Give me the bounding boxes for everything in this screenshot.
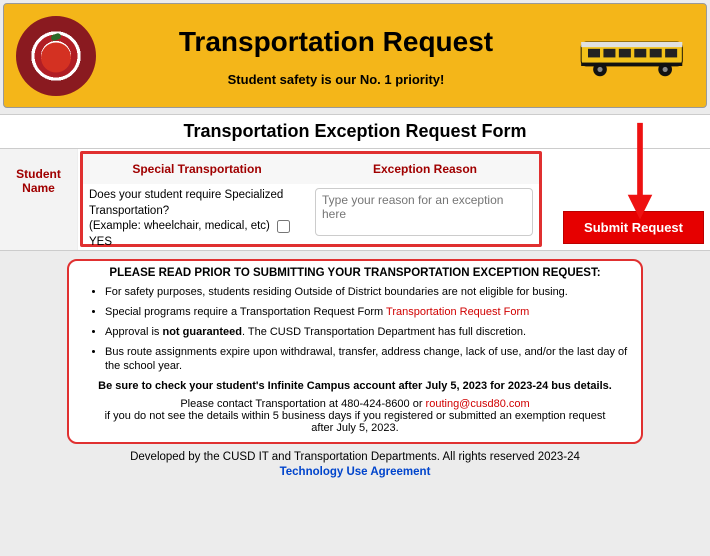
page-title: Transportation Request bbox=[96, 26, 576, 58]
column-header-special: Special Transportation bbox=[83, 154, 311, 184]
footer: Developed by the CUSD IT and Transportat… bbox=[0, 450, 710, 480]
district-logo bbox=[16, 16, 96, 96]
transportation-request-form-link[interactable]: Transportation Request Form bbox=[386, 306, 529, 318]
technology-use-agreement-link[interactable]: Technology Use Agreement bbox=[280, 466, 431, 478]
school-bus-icon bbox=[576, 30, 696, 81]
highlighted-fields-box: Special Transportation Exception Reason … bbox=[80, 151, 542, 247]
notice-bullet: Special programs require a Transportatio… bbox=[105, 305, 633, 320]
special-transport-question: Does your student require Specialized Tr… bbox=[89, 189, 283, 217]
notice-bullet: Approval is not guaranteed. The CUSD Tra… bbox=[105, 325, 633, 340]
student-name-header: Student Name bbox=[0, 149, 78, 250]
submit-request-button[interactable]: Submit Request bbox=[563, 211, 704, 244]
notice-bullet: For safety purposes, students residing O… bbox=[105, 285, 633, 300]
contact-email-link[interactable]: routing@cusd80.com bbox=[426, 398, 530, 410]
page-subtitle: Student safety is our No. 1 priority! bbox=[96, 72, 576, 87]
footer-text: Developed by the CUSD IT and Transportat… bbox=[130, 451, 580, 463]
special-transport-cell: Does your student require Specialized Tr… bbox=[83, 184, 313, 254]
special-yes-label: YES bbox=[89, 236, 112, 248]
notice-heading: PLEASE READ PRIOR TO SUBMITTING YOUR TRA… bbox=[77, 267, 633, 279]
notice-box: PLEASE READ PRIOR TO SUBMITTING YOUR TRA… bbox=[67, 259, 643, 444]
special-transport-example: (Example: wheelchair, medical, etc) bbox=[89, 220, 270, 232]
column-header-reason: Exception Reason bbox=[311, 154, 539, 184]
form-row: Student Name Special Transportation Exce… bbox=[0, 149, 710, 251]
header-banner: Transportation Request Student safety is… bbox=[3, 3, 707, 108]
notice-bullet: Bus route assignments expire upon withdr… bbox=[105, 345, 633, 375]
notice-check-msg: Be sure to check your student's Infinite… bbox=[97, 380, 613, 392]
special-yes-checkbox[interactable] bbox=[277, 220, 290, 233]
exception-reason-input[interactable] bbox=[315, 188, 533, 236]
form-title: Transportation Exception Request Form bbox=[0, 114, 710, 149]
